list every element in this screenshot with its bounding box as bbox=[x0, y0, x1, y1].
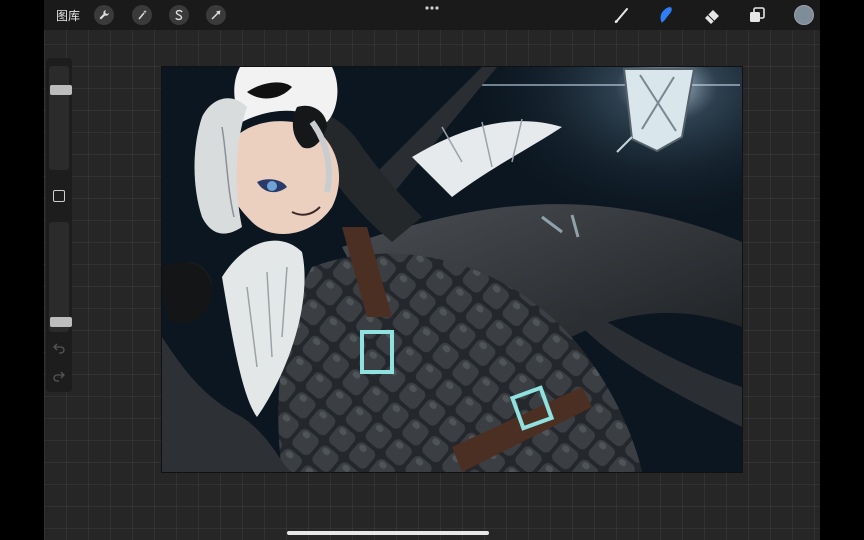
procreate-app: 图库 bbox=[44, 0, 820, 540]
layers-icon[interactable] bbox=[747, 5, 767, 25]
ellipsis-icon[interactable] bbox=[424, 5, 440, 11]
side-slider-panel bbox=[46, 58, 72, 392]
undo-arrow-icon[interactable] bbox=[52, 342, 66, 354]
home-indicator[interactable] bbox=[287, 531, 489, 535]
eraser-icon[interactable] bbox=[702, 5, 722, 25]
artwork-illustration bbox=[162, 67, 742, 472]
top-toolbar: 图库 bbox=[44, 0, 820, 30]
selection-s-icon[interactable] bbox=[169, 5, 189, 25]
opacity-thumb[interactable] bbox=[50, 317, 72, 327]
smudge-icon[interactable] bbox=[656, 5, 676, 25]
brush-icon[interactable] bbox=[612, 5, 632, 25]
opacity-slider[interactable] bbox=[49, 222, 72, 332]
color-swatch[interactable] bbox=[794, 5, 814, 25]
brush-size-thumb[interactable] bbox=[50, 84, 72, 95]
redo-arrow-icon[interactable] bbox=[52, 370, 66, 382]
gallery-button[interactable]: 图库 bbox=[56, 7, 80, 24]
wrench-icon[interactable] bbox=[94, 5, 114, 25]
transform-arrow-icon[interactable] bbox=[206, 5, 226, 25]
square-icon[interactable] bbox=[53, 190, 65, 202]
magic-wand-icon[interactable] bbox=[132, 5, 152, 25]
drawing-canvas[interactable] bbox=[162, 67, 742, 472]
brush-size-slider[interactable] bbox=[49, 66, 72, 170]
